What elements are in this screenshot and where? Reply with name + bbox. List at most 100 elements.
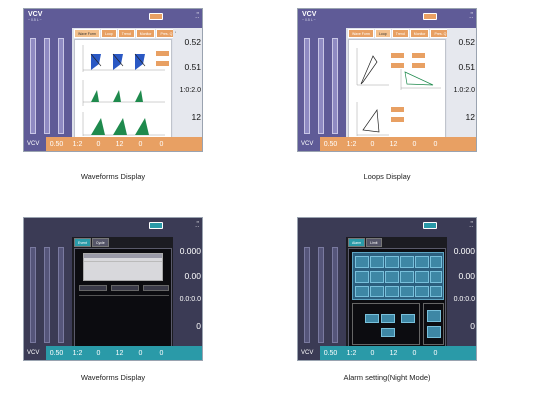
- setting-param[interactable]: 0.50: [46, 137, 67, 151]
- tab-trend[interactable]: Trend: [117, 29, 135, 38]
- ventilation-mode: VCV ~ 0.5 L ~: [302, 11, 317, 22]
- setting-param[interactable]: 1:2: [341, 346, 362, 360]
- setting-param[interactable]: 0.50: [320, 346, 341, 360]
- tab-cycle[interactable]: Cycle: [91, 238, 109, 247]
- freeze-button[interactable]: [390, 52, 405, 59]
- setting-param[interactable]: 12: [383, 137, 404, 151]
- clear-loop-button[interactable]: [390, 116, 405, 123]
- settings-bar: VCV 0.50 1:2 0 12 0 0: [298, 346, 476, 360]
- volume-down-button[interactable]: [365, 314, 379, 323]
- settings-bar: VCV 0.50 1:2 0 12 0 0: [298, 137, 476, 151]
- alarm-limit-cell[interactable]: [400, 286, 414, 297]
- setting-param[interactable]: 0: [88, 346, 109, 360]
- pressure-bar: [30, 38, 36, 134]
- alarm-limit-cell[interactable]: [385, 271, 399, 283]
- measured-values: 0.000 0.00 0.0:0.0 0: [173, 237, 202, 348]
- alarm-limit-cell[interactable]: [415, 286, 429, 297]
- volume-up-button[interactable]: [401, 314, 415, 323]
- flow-bar: [44, 247, 50, 343]
- save-loop-button[interactable]: [411, 52, 426, 59]
- measured-ratio: 1.0:2.0: [453, 87, 475, 94]
- setting-param[interactable]: 0: [151, 346, 172, 360]
- silence-button[interactable]: [427, 310, 441, 322]
- volume-waveform: [82, 112, 165, 136]
- setting-param[interactable]: 12: [383, 346, 404, 360]
- setting-param[interactable]: 0.50: [46, 346, 67, 360]
- pressure-bars: [24, 237, 72, 348]
- alarm-limit-cell[interactable]: [430, 286, 442, 297]
- top-status-bar: ▪▪ ◔◔: [298, 218, 476, 237]
- alarm-button[interactable]: [423, 222, 437, 229]
- setting-param[interactable]: 0: [404, 346, 425, 360]
- alarm-button[interactable]: [149, 222, 163, 229]
- alarm-limit-cell[interactable]: [400, 271, 414, 283]
- setting-param[interactable]: 0: [130, 346, 151, 360]
- log-nav-button[interactable]: [143, 285, 169, 291]
- tab-waveform[interactable]: Wave Form: [74, 29, 100, 38]
- setting-param[interactable]: 0: [404, 137, 425, 151]
- alarm-limit-cell[interactable]: [370, 286, 384, 297]
- caption-waveforms: Waveforms Display: [80, 172, 146, 181]
- tab-monitor[interactable]: Monitor: [135, 29, 156, 38]
- setting-param[interactable]: 0: [425, 137, 446, 151]
- alarm-limit-cell[interactable]: [385, 256, 399, 268]
- alarm-setting-screen: ▪▪ ◔◔ Alarm Limit 0.000 0.00 0.0:0.0 0 V…: [297, 217, 477, 361]
- alarm-limit-cell[interactable]: [370, 271, 384, 283]
- setting-param[interactable]: 0: [151, 137, 172, 151]
- tab-loop[interactable]: Loop: [374, 29, 391, 38]
- scale-button[interactable]: [155, 60, 170, 67]
- alarm-limit-cell[interactable]: [355, 286, 369, 297]
- pressure-bars: [298, 237, 346, 348]
- setting-param[interactable]: 1:2: [67, 346, 88, 360]
- setting-param[interactable]: 0.50: [320, 137, 341, 151]
- setting-param[interactable]: 0: [130, 137, 151, 151]
- freeze-button[interactable]: [155, 50, 170, 57]
- measured-value-2: 0.51: [458, 62, 475, 72]
- tab-monitor[interactable]: Monitor: [409, 29, 430, 38]
- setting-param[interactable]: 1:2: [67, 137, 88, 151]
- scale-button[interactable]: [411, 62, 426, 69]
- settings-bar: VCV 0.50 1:2 0 12 0 0: [24, 137, 202, 151]
- measured-value-4: 0: [196, 321, 201, 331]
- alarm-limit-cell[interactable]: [355, 256, 369, 268]
- log-nav-button[interactable]: [79, 285, 107, 291]
- setting-param[interactable]: 0: [362, 346, 383, 360]
- alarm-limit-cell[interactable]: [415, 271, 429, 283]
- measured-values: 0.000 0.00 0.0:0.0 0: [447, 237, 476, 348]
- tab-limit[interactable]: Limit: [366, 238, 382, 247]
- alarm-limit-cell[interactable]: [415, 256, 429, 268]
- setting-param[interactable]: 12: [109, 137, 130, 151]
- table-row[interactable]: [84, 258, 162, 262]
- loop-type-button[interactable]: [390, 106, 405, 113]
- setting-param[interactable]: 0: [88, 137, 109, 151]
- volume-level[interactable]: [381, 314, 395, 323]
- alarm-limit-cell[interactable]: [400, 256, 414, 268]
- setting-param[interactable]: 0: [362, 137, 383, 151]
- reference-button[interactable]: [390, 62, 405, 69]
- tab-waveform[interactable]: Wave Form: [348, 29, 374, 38]
- alarm-limit-cell[interactable]: [430, 256, 442, 268]
- setting-param[interactable]: 1:2: [341, 137, 362, 151]
- tab-loop[interactable]: Loop: [100, 29, 117, 38]
- log-nav-button[interactable]: [111, 285, 139, 291]
- alarm-test-button[interactable]: [381, 328, 395, 337]
- status-indicators: ▪▪ ◔◔: [468, 11, 473, 20]
- alarm-limit-cell[interactable]: [430, 271, 442, 283]
- measured-value-2: 0.00: [458, 271, 475, 281]
- tab-event[interactable]: Event: [74, 238, 91, 247]
- tab-trend[interactable]: Trend: [391, 29, 409, 38]
- reset-button[interactable]: [427, 326, 441, 338]
- alarm-button[interactable]: [423, 13, 437, 20]
- alarm-button[interactable]: [149, 13, 163, 20]
- event-log-area: [74, 248, 172, 348]
- alarm-limit-cell[interactable]: [355, 271, 369, 283]
- alarm-limit-cell[interactable]: [385, 286, 399, 297]
- tab-alarm[interactable]: Alarm: [348, 238, 366, 247]
- waveform-area: [74, 39, 172, 139]
- measured-value-1: 0.000: [179, 246, 201, 256]
- alarm-limit-cell[interactable]: [370, 256, 384, 268]
- setting-param[interactable]: 0: [425, 346, 446, 360]
- pressure-waveform: [82, 45, 165, 72]
- bottom-mode: VCV: [298, 346, 320, 360]
- setting-param[interactable]: 12: [109, 346, 130, 360]
